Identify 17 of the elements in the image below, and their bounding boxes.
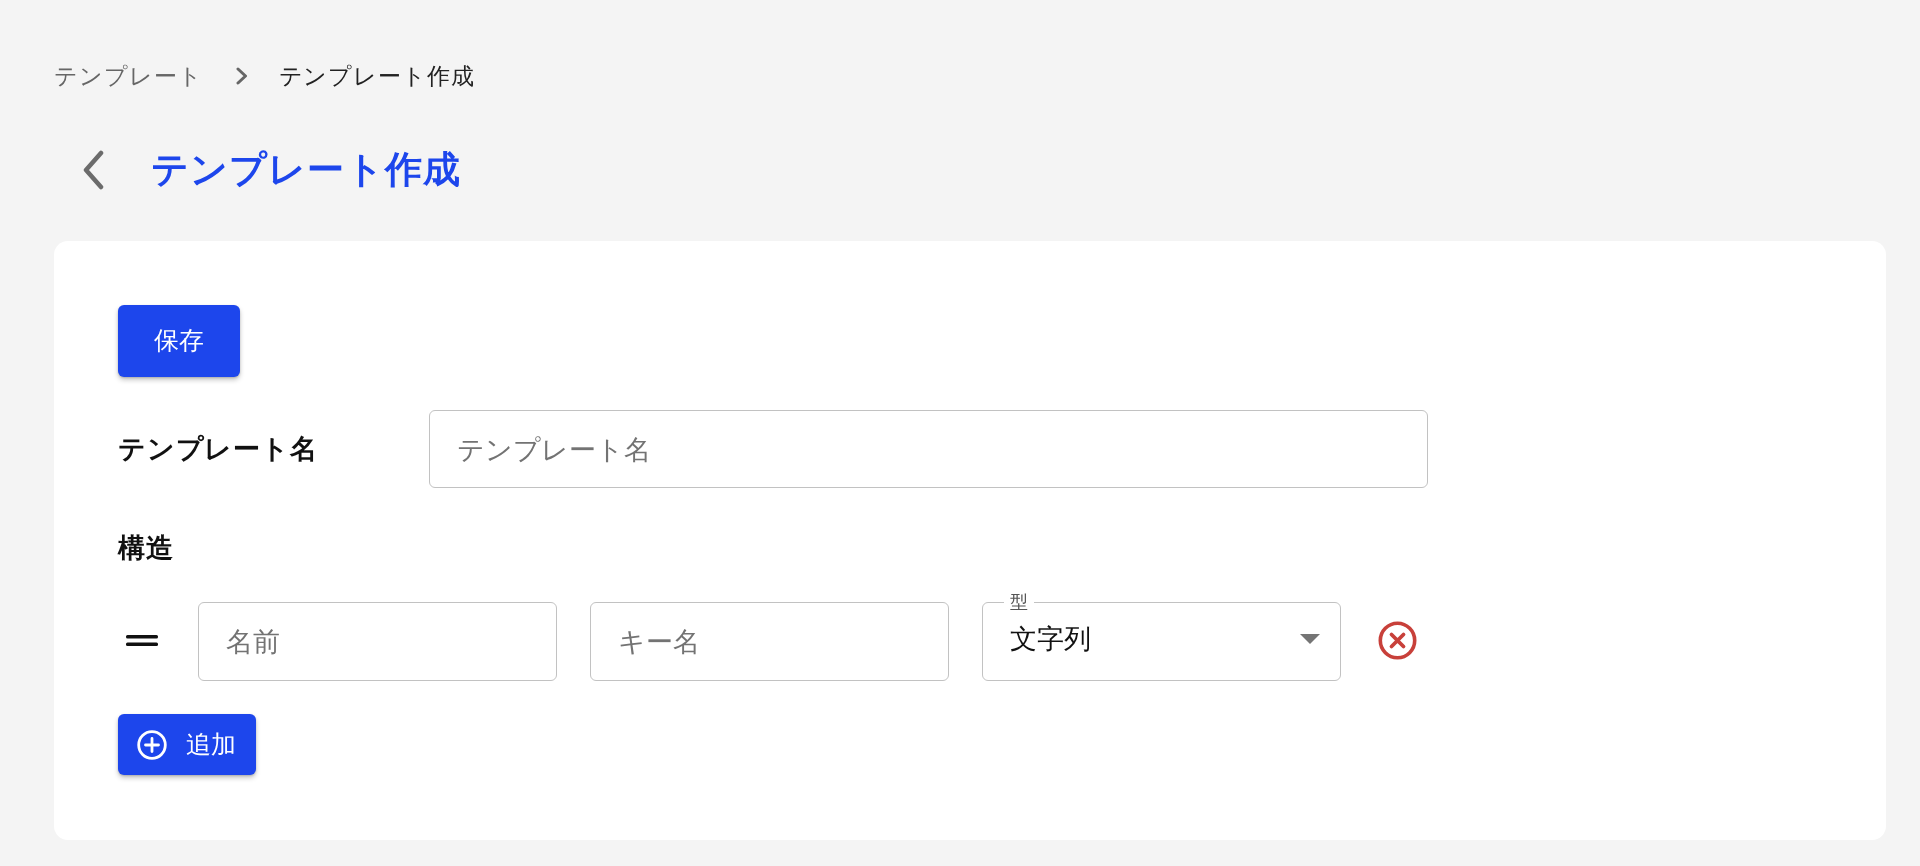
template-name-input[interactable]: テンプレート名 bbox=[429, 410, 1428, 488]
remove-circle-icon[interactable] bbox=[1378, 621, 1417, 660]
page-title: テンプレート作成 bbox=[151, 146, 461, 193]
breadcrumb-current: テンプレート作成 bbox=[278, 61, 475, 91]
add-button[interactable]: 追加 bbox=[118, 714, 256, 775]
drag-handle-icon[interactable] bbox=[126, 635, 158, 646]
save-button[interactable]: 保存 bbox=[118, 305, 240, 377]
breadcrumb-link[interactable]: テンプレート bbox=[54, 59, 203, 93]
field-label: テンプレート名 bbox=[118, 431, 318, 466]
type-select[interactable]: 型 文字列 bbox=[982, 592, 1341, 681]
chevron-right-icon bbox=[235, 67, 248, 85]
section-label: 構造 bbox=[118, 531, 174, 565]
caret-down-icon bbox=[1300, 634, 1320, 644]
name-input[interactable]: 名前 bbox=[198, 602, 557, 681]
back-button[interactable] bbox=[81, 150, 105, 190]
key-name-input[interactable]: キー名 bbox=[590, 602, 949, 681]
plus-circle-icon bbox=[137, 729, 167, 760]
